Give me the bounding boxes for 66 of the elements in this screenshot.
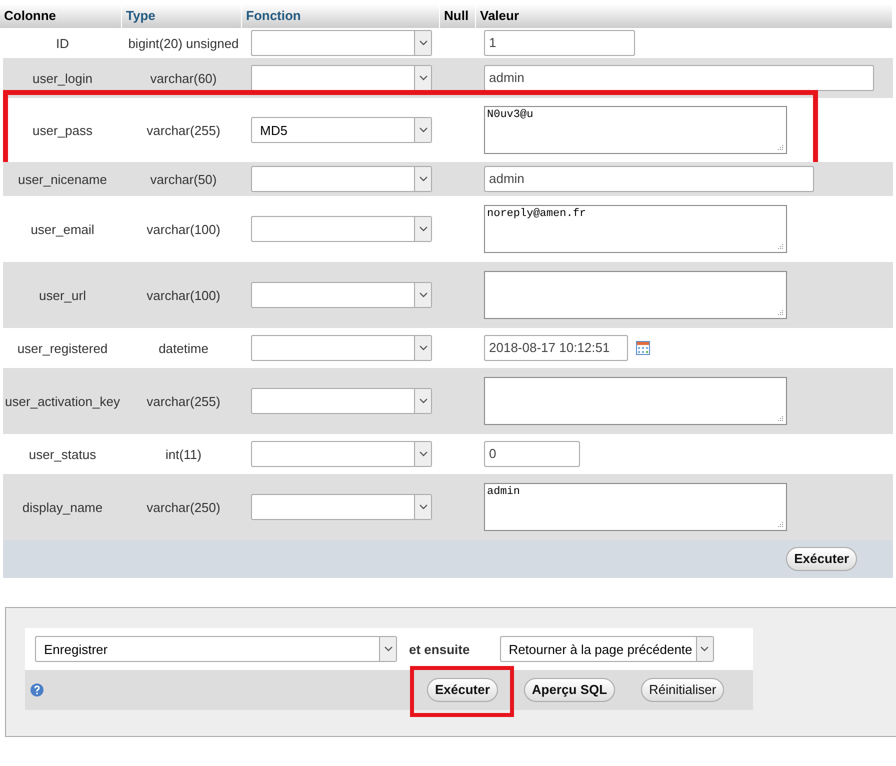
column-header: Colonne [0,4,122,28]
function-select[interactable] [251,216,432,242]
caret-icon [379,637,396,661]
caret-icon [414,217,431,241]
function-select[interactable] [251,494,432,520]
function-select[interactable] [251,65,432,91]
value-textarea[interactable] [484,271,787,319]
execute-button[interactable]: Exécuter [786,547,857,571]
column-type: varchar(100) [146,222,222,236]
calendar-icon[interactable] [636,341,650,355]
value-input[interactable]: 1 [484,30,635,56]
function-select[interactable] [251,282,432,308]
column-name: ID [55,36,70,50]
column-name: user_email [30,222,96,236]
action-select[interactable]: Enregistrer [35,636,397,662]
function-select[interactable]: MD5 [251,117,432,143]
column-name: user_login [32,70,94,86]
column-name: user_url [38,288,87,302]
value-textarea[interactable]: N0uv3@u [484,106,787,154]
column-header: Type [122,4,242,28]
help-icon[interactable] [30,683,44,697]
form-button[interactable]: Aperçu SQL [524,678,616,702]
caret-icon [414,336,431,360]
function-select[interactable] [251,441,432,467]
column-name: user_status [28,446,98,462]
function-select[interactable] [251,388,432,414]
column-name: user_nicename [17,172,108,186]
column-header: Valeur [476,4,893,28]
value-input[interactable]: 2018-08-17 10:12:51 [484,335,628,361]
caret-icon [414,442,431,466]
caret-icon [414,66,431,90]
caret-icon [414,31,431,55]
caret-icon [414,389,431,413]
then-label: et ensuite [409,642,470,656]
value-input[interactable]: admin [484,166,814,192]
caret-icon [696,637,713,661]
column-type: varchar(50) [149,172,218,186]
column-name: user_pass [32,122,94,138]
caret-icon [414,495,431,519]
function-select[interactable] [251,335,432,361]
column-name: display_name [21,500,104,514]
column-type: datetime [158,340,210,356]
column-type: varchar(255) [146,122,222,138]
function-select[interactable] [251,30,432,56]
column-name: user_activation_key [4,394,121,408]
value-textarea[interactable]: admin [484,483,787,531]
after-select[interactable]: Retourner à la page précédente [500,636,714,662]
column-type: int(11) [164,446,202,462]
column-type: varchar(100) [146,288,222,302]
value-input[interactable]: 0 [484,441,580,467]
column-type: varchar(250) [146,500,222,514]
column-type: varchar(60) [149,70,218,86]
function-select[interactable] [251,166,432,192]
column-type: varchar(255) [146,394,222,408]
column-header: Null [440,4,476,28]
form-button[interactable]: Réinitialiser [641,678,724,702]
column-name: user_registered [16,340,109,356]
value-input[interactable]: admin [484,65,874,91]
value-textarea[interactable] [484,377,787,425]
caret-icon [414,118,431,142]
caret-icon [414,283,431,307]
column-type: bigint(20) unsigned [127,36,240,50]
column-header: Fonction [242,4,440,28]
form-button[interactable]: Exécuter [427,678,498,702]
caret-icon [414,167,431,191]
value-textarea[interactable]: noreply@amen.fr [484,205,787,253]
